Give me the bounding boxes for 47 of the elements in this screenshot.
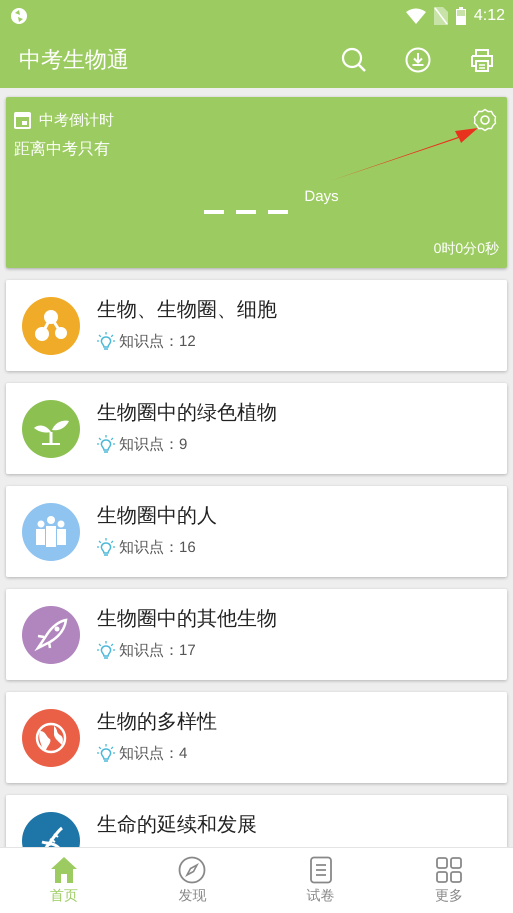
- grid-icon: [434, 856, 463, 884]
- settings-button[interactable]: [471, 106, 499, 134]
- blank-digit: [204, 210, 224, 214]
- topic-card[interactable]: 生物的多样性 知识点：4: [6, 692, 507, 783]
- blank-digit: [268, 210, 288, 214]
- download-icon: [405, 47, 431, 73]
- home-icon: [50, 856, 78, 884]
- countdown-subtitle: 距离中考只有: [14, 140, 111, 160]
- topic-card[interactable]: 生物、生物圈、细胞 知识点：12: [6, 280, 507, 371]
- topic-title: 生物圈中的人: [97, 504, 217, 528]
- remaining-time: 0时0分0秒: [434, 240, 499, 258]
- nav-tab[interactable]: 发现: [128, 848, 256, 913]
- lightbulb-icon: [97, 538, 115, 558]
- blank-digit: [236, 210, 256, 214]
- nav-tab[interactable]: 试卷: [256, 848, 385, 913]
- countdown-title: 中考倒计时: [39, 110, 115, 130]
- topic-title: 生物圈中的绿色植物: [97, 400, 277, 426]
- lightbulb-icon: [97, 332, 115, 352]
- topic-title: 生物圈中的其他生物: [97, 606, 277, 632]
- lightbulb-icon: [97, 640, 115, 660]
- clock-time: 4:12: [474, 7, 505, 25]
- app-status-icon: [10, 7, 28, 25]
- topic-title: 生命的延续和发展: [97, 812, 257, 838]
- compass-icon: [178, 856, 206, 884]
- wifi-icon: [406, 8, 426, 24]
- printer-icon: [469, 47, 495, 73]
- knowledge-count: 知识点：4: [119, 744, 188, 763]
- search-icon: [341, 47, 367, 73]
- nav-tab[interactable]: 更多: [384, 848, 513, 913]
- knowledge-count: 知识点：17: [119, 641, 196, 660]
- calendar-icon: [14, 112, 31, 128]
- settings-icon: [473, 108, 497, 132]
- lightbulb-icon: [97, 744, 115, 764]
- topic-title: 生物、生物圈、细胞: [97, 298, 277, 322]
- topic-card[interactable]: 生物圈中的人 知识点：16: [6, 486, 507, 577]
- app-title: 中考生物通: [19, 46, 130, 74]
- topic-card[interactable]: 生物圈中的绿色植物 知识点：9: [6, 383, 507, 474]
- knowledge-count: 知识点：12: [119, 332, 196, 351]
- knowledge-count: 知识点：16: [119, 538, 196, 557]
- battery-icon: [456, 7, 466, 25]
- topic-title: 生物的多样性: [97, 710, 217, 734]
- no-sim-icon: [434, 7, 448, 25]
- topic-card[interactable]: 生物圈中的其他生物 知识点：17: [6, 589, 507, 680]
- knowledge-count: 知识点：9: [119, 435, 188, 454]
- days-unit: Days: [304, 188, 339, 205]
- topic-card[interactable]: 生命的延续和发展: [6, 795, 507, 847]
- lightbulb-icon: [97, 434, 115, 454]
